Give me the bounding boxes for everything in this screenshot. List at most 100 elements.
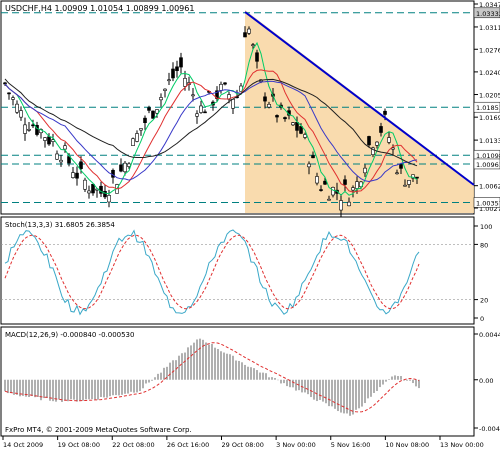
candle-body [363, 167, 367, 174]
candle-body [203, 111, 207, 114]
time-tick-label: 26 Oct 16:00 [167, 441, 209, 449]
candle-body [175, 66, 179, 71]
candle-body [275, 115, 279, 118]
candle-body [283, 117, 287, 120]
candle-body [195, 113, 199, 117]
price-tick-label: 1.01695 [479, 114, 500, 122]
candle-body [179, 57, 183, 68]
candle-body [387, 137, 391, 143]
time-tick-label: 3 Nov 00:00 [276, 441, 316, 449]
candle-body [123, 162, 127, 173]
candle-body [263, 96, 267, 102]
price-flag-label: 1.01851 [476, 104, 500, 112]
macd-axis: 0.00440 0.00 -0.00464 [474, 331, 500, 433]
candle-body [107, 195, 111, 203]
candle-body [143, 117, 147, 124]
candle-body [15, 103, 19, 113]
candle-body [163, 88, 167, 91]
candle-body [403, 184, 407, 187]
candle-body [19, 110, 23, 118]
candle-body [151, 110, 155, 119]
candle-body [83, 179, 87, 190]
candle-body [27, 128, 31, 131]
price-flag-label: 1.00961 [476, 161, 500, 169]
candle-body [223, 82, 227, 85]
candle-body [71, 172, 75, 178]
time-tick-label: 10 Nov 08:00 [385, 441, 429, 449]
stoch-tick-label: 20 [480, 297, 488, 305]
candle-body [243, 32, 247, 38]
candle-body [395, 172, 399, 175]
candle-body [331, 187, 335, 196]
stoch-tick-label: 80 [480, 241, 488, 249]
candle-body [415, 176, 419, 179]
candle-body [119, 164, 123, 172]
time-axis: 14 Oct 2009 19 Oct 08:00 22 Oct 08:00 26 Oc… [2, 436, 484, 449]
time-tick-label: 5 Nov 16:00 [331, 441, 371, 449]
candle-body [251, 44, 255, 47]
candle-body [383, 110, 387, 115]
candle-body [87, 190, 91, 194]
candle-body [267, 104, 271, 108]
candle-body [379, 126, 383, 133]
candle-body [367, 136, 371, 146]
candle-body [307, 163, 311, 168]
candle-body [3, 82, 7, 85]
price-tick-label: 1.02760 [479, 46, 500, 54]
candle-body [167, 79, 171, 82]
candle-body [291, 122, 295, 126]
candle-body [131, 138, 135, 146]
candle-body [247, 28, 251, 34]
candle-body [159, 97, 163, 101]
candle-body [103, 191, 107, 198]
candle-body [91, 183, 95, 194]
candle-body [11, 97, 15, 100]
candle-body [295, 122, 299, 131]
time-tick-label: 29 Oct 08:00 [222, 441, 264, 449]
copyright-label: FxPro MT4, © 2001-2009 MetaQuotes Softwa… [5, 426, 192, 434]
candle-body [63, 145, 67, 150]
price-axis: 1.034701.031101.027601.024051.020501.016… [473, 1, 500, 213]
time-tick-label: 14 Oct 2009 [3, 441, 43, 449]
candle-body [231, 98, 235, 109]
candle-body [79, 161, 83, 169]
price-tick-label: 1.02050 [479, 92, 500, 100]
candle-body [311, 155, 315, 159]
macd-tick-label: 0.00 [479, 377, 493, 385]
price-tick-label: 1.01335 [479, 137, 500, 145]
candle-body [55, 153, 59, 160]
time-tick-label: 22 Oct 08:00 [112, 441, 154, 449]
macd-tick-label: -0.00464 [479, 425, 500, 433]
stoch-tick-label: 0 [480, 315, 484, 323]
candle-body [171, 68, 175, 79]
candle-body [351, 187, 355, 191]
candle-body [23, 124, 27, 134]
trading-chart: USDCHF,H4 1.00909 1.01054 1.00899 1.0096… [0, 0, 500, 449]
candle-body [347, 201, 351, 207]
stoch-label: Stoch(13,3,3) 31.6805 26.3854 [5, 221, 115, 229]
candle-body [315, 176, 319, 184]
candle-body [375, 141, 379, 146]
candle-body [343, 179, 347, 185]
price-tick-label: 1.00620 [479, 183, 500, 191]
candle-body [139, 128, 143, 131]
candle-body [183, 78, 187, 87]
candle-body [255, 52, 259, 62]
candle-body [299, 126, 303, 134]
candle-body [355, 181, 359, 189]
stoch-axis: 100 80 20 0 [474, 223, 492, 323]
candle-body [323, 180, 327, 185]
candle-body [303, 134, 307, 138]
candle-body [407, 180, 411, 185]
candle-body [59, 159, 63, 163]
time-tick-label: 19 Oct 08:00 [58, 441, 100, 449]
symbol-info-label: USDCHF,H4 1.00909 1.01054 1.00899 1.0096… [5, 4, 194, 13]
candle-body [219, 83, 223, 91]
candle-body [199, 105, 203, 113]
macd-tick-label: 0.00440 [479, 331, 500, 339]
candle-body [327, 198, 331, 201]
stoch-tick-label: 100 [480, 223, 492, 231]
candle-body [319, 189, 323, 191]
candle-body [7, 92, 11, 95]
macd-label: MACD(12,26,9) -0.000840 -0.000530 [5, 331, 134, 339]
